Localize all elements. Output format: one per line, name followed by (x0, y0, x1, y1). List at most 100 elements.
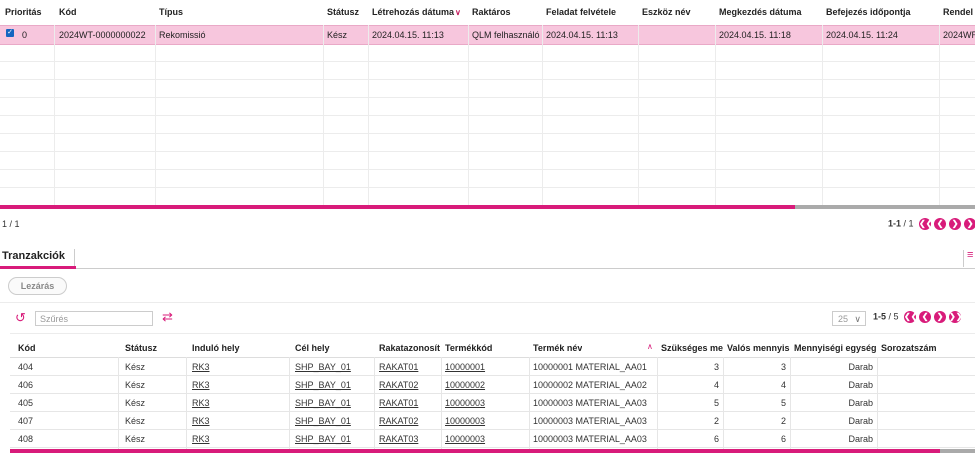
empty-row (0, 134, 975, 152)
col-actual[interactable]: Valós mennyis (727, 343, 790, 353)
sort-desc-icon[interactable]: ∨ (455, 8, 461, 17)
swap-icon[interactable]: ⇄ (162, 310, 173, 324)
filter-lines-icon[interactable]: ≡ (967, 249, 973, 261)
col-created[interactable]: Létrehozás dátuma∨ (372, 7, 461, 17)
col-divider (323, 25, 324, 207)
transactions-header: Kód Státusz Induló hely Cél hely Rakataz… (10, 340, 975, 358)
top-grid-header: Prioritás Kód Típus Státusz Létrehozás d… (0, 0, 975, 25)
close-button[interactable]: Lezárás (8, 277, 67, 295)
tab-active-indicator (0, 266, 76, 269)
table-row[interactable]: 406 Kész RK3 SHP_BAY_01 RAKAT02 10000002… (10, 376, 975, 394)
col-started[interactable]: Megkezdés dátuma (719, 7, 802, 17)
cell-status: Kész (125, 398, 146, 408)
col-to[interactable]: Cél hely (295, 343, 330, 353)
col-divider (529, 357, 530, 450)
cell-prod-name: 10000003 MATERIAL_AA03 (533, 398, 647, 408)
col-divider (877, 357, 878, 450)
first-page-icon[interactable]: ❮❮ (919, 218, 932, 230)
page-size-select[interactable]: 25 ∨ (832, 311, 866, 326)
cell-pallet-link[interactable]: RAKAT02 (379, 380, 418, 390)
col-serial[interactable]: Sorozatszám (881, 343, 937, 353)
empty-row (0, 44, 975, 62)
col-pallet[interactable]: Rakatazonosít (379, 343, 441, 353)
col-type[interactable]: Típus (159, 7, 183, 17)
cell-unit: Darab (848, 416, 873, 426)
prev-page-icon[interactable]: ❮ (934, 218, 947, 230)
cell-prod-code-link[interactable]: 10000003 (445, 416, 485, 426)
empty-row (0, 152, 975, 170)
col-order[interactable]: Rendel (943, 7, 973, 17)
col-divider (374, 357, 375, 450)
sort-asc-icon[interactable]: ∧ (647, 342, 653, 351)
cell-to-link[interactable]: SHP_BAY_01 (295, 362, 351, 372)
cell-from-link[interactable]: RK3 (192, 362, 210, 372)
col-warehouseman[interactable]: Raktáros (472, 7, 511, 17)
table-row[interactable]: 408 Kész RK3 SHP_BAY_01 RAKAT03 10000003… (10, 430, 975, 448)
tab-transactions[interactable]: Tranzakciók (0, 247, 67, 265)
col-code[interactable]: Kód (59, 7, 77, 17)
next-page-icon[interactable]: ❯ (949, 218, 962, 230)
cell-from-link[interactable]: RK3 (192, 434, 210, 444)
bottom-table-scrollbar-thumb[interactable] (10, 449, 940, 453)
table-row[interactable]: 404 Kész RK3 SHP_BAY_01 RAKAT01 10000001… (10, 358, 975, 376)
pager-range: 1-1 (888, 218, 902, 229)
prev-page-icon[interactable]: ❮ (919, 311, 932, 323)
col-from[interactable]: Induló hely (192, 343, 240, 353)
col-status[interactable]: Státusz (327, 7, 359, 17)
cell-prod-code-link[interactable]: 10000002 (445, 380, 485, 390)
col-required[interactable]: Szükséges me (661, 343, 726, 353)
last-page-icon[interactable]: ❯❯ (949, 311, 962, 323)
cell-pallet-link[interactable]: RAKAT01 (379, 362, 418, 372)
empty-row (0, 98, 975, 116)
pager-total: / 5 (886, 311, 899, 322)
table-row[interactable]: 405 Kész RK3 SHP_BAY_01 RAKAT01 10000003… (10, 394, 975, 412)
col-finished[interactable]: Befejezés időpontja (826, 7, 911, 17)
cell-prod-code-link[interactable]: 10000001 (445, 362, 485, 372)
cell-finished: 2024.04.15. 11:24 (826, 30, 898, 40)
col-task-taken[interactable]: Feladat felvétele (546, 7, 616, 17)
pager-range: 1-5 (873, 311, 887, 322)
col-divider (155, 25, 156, 207)
cell-to-link[interactable]: SHP_BAY_01 (295, 434, 351, 444)
cell-status: Kész (125, 362, 146, 372)
col-status[interactable]: Státusz (125, 343, 157, 353)
divider (0, 302, 975, 303)
first-page-icon[interactable]: ❮❮ (904, 311, 917, 323)
cell-pallet-link[interactable]: RAKAT03 (379, 434, 418, 444)
table-row[interactable]: 407 Kész RK3 SHP_BAY_01 RAKAT02 10000003… (10, 412, 975, 430)
cell-unit: Darab (848, 380, 873, 390)
cell-task-taken: 2024.04.15. 11:13 (546, 30, 618, 40)
page-size-value: 25 (838, 314, 849, 324)
cell-to-link[interactable]: SHP_BAY_01 (295, 416, 351, 426)
top-grid-row-selected[interactable]: ✓ 0 2024WT-0000000022 Rekomissió Kész 20… (0, 25, 975, 45)
top-grid-scrollbar-thumb[interactable] (0, 205, 795, 209)
empty-row (0, 62, 975, 80)
cell-to-link[interactable]: SHP_BAY_01 (295, 380, 351, 390)
next-page-icon[interactable]: ❯ (934, 311, 947, 323)
cell-to-link[interactable]: SHP_BAY_01 (295, 398, 351, 408)
col-code[interactable]: Kód (18, 343, 36, 353)
row-checkbox[interactable]: ✓ (6, 29, 14, 37)
cell-pallet-link[interactable]: RAKAT02 (379, 416, 418, 426)
col-unit[interactable]: Mennyiségi egység (794, 343, 877, 353)
col-device[interactable]: Eszköz név (642, 7, 691, 17)
empty-row (0, 170, 975, 188)
empty-row (0, 80, 975, 98)
col-divider (790, 357, 791, 450)
col-divider (186, 357, 187, 450)
col-prod-code[interactable]: Termékkód (445, 343, 492, 353)
cell-actual: 2 (780, 416, 786, 426)
cell-required: 5 (713, 398, 719, 408)
cell-from-link[interactable]: RK3 (192, 416, 210, 426)
col-divider (441, 357, 442, 450)
last-page-icon[interactable]: ❯ (964, 218, 975, 230)
filter-input[interactable]: Szűrés (35, 311, 153, 326)
cell-from-link[interactable]: RK3 (192, 398, 210, 408)
cell-prod-code-link[interactable]: 10000003 (445, 434, 485, 444)
cell-prod-code-link[interactable]: 10000003 (445, 398, 485, 408)
col-priority[interactable]: Prioritás (5, 7, 42, 17)
col-prod-name[interactable]: Termék név (533, 343, 582, 353)
cell-from-link[interactable]: RK3 (192, 380, 210, 390)
cell-pallet-link[interactable]: RAKAT01 (379, 398, 418, 408)
reset-icon[interactable]: ↺ (15, 311, 26, 325)
